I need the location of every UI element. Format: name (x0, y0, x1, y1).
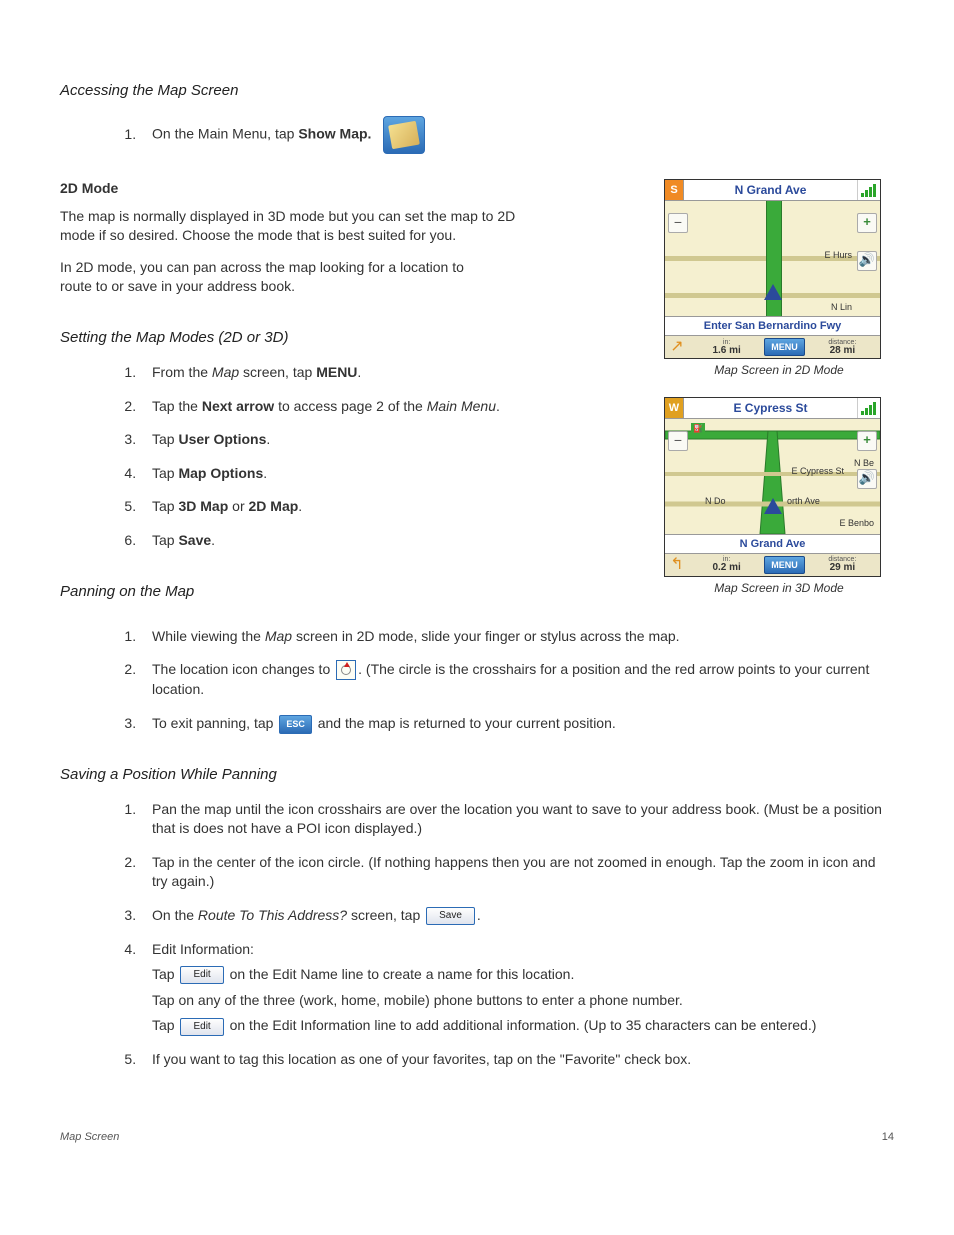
top-street-3d: E Cypress St (684, 398, 857, 418)
list-item: On the Route To This Address? screen, ta… (140, 906, 894, 926)
edit-info-line3: Tap Edit on the Edit Information line to… (152, 1016, 894, 1036)
bold-show-map: Show Map. (298, 126, 371, 142)
list-item: While viewing the Map screen in 2D mode,… (140, 627, 894, 647)
list-item: To exit panning, tap ESC and the map is … (140, 714, 894, 734)
road-label: N Lin (831, 301, 852, 314)
menu-button[interactable]: MENU (764, 338, 805, 357)
heading-saving: Saving a Position While Panning (60, 764, 894, 785)
in-distance: in:1.6 mi (689, 339, 764, 356)
turn-arrow-icon: ↰ (665, 554, 689, 576)
list-item: If you want to tag this location as one … (140, 1050, 894, 1070)
total-distance: distance:29 mi (805, 556, 880, 573)
heading-accessing: Accessing the Map Screen (60, 80, 894, 101)
page-footer: Map Screen 14 (60, 1130, 894, 1145)
signal-icon (857, 398, 880, 418)
top-street-2d: N Grand Ave (684, 180, 857, 200)
show-map-icon (383, 116, 425, 154)
list-item: Edit Information: Tap Edit on the Edit N… (140, 940, 894, 1036)
position-arrow-icon (764, 284, 782, 300)
zoom-out-button[interactable]: − (668, 213, 688, 233)
position-arrow-icon (764, 498, 782, 514)
map-screenshot-2d: S N Grand Ave − + 🔊 E Hurs N Lin Enter S… (664, 179, 881, 359)
panning-list: While viewing the Map screen in 2D mode,… (60, 627, 894, 734)
accessing-step-1: On the Main Menu, tap Show Map. (140, 116, 894, 154)
road-label: E Hurs (824, 249, 852, 262)
list-item: The location icon changes to . (The circ… (140, 660, 894, 700)
signal-icon (857, 180, 880, 200)
enter-street-2d: Enter San Bernardino Fwy (665, 316, 880, 335)
volume-button[interactable]: 🔊 (857, 251, 877, 271)
screenshots-column: S N Grand Ave − + 🔊 E Hurs N Lin Enter S… (664, 179, 894, 615)
zoom-out-button[interactable]: − (668, 431, 688, 451)
footer-section: Map Screen (60, 1130, 119, 1145)
paragraph-2d-2: In 2D mode, you can pan across the map l… (60, 258, 490, 297)
menu-button[interactable]: MENU (764, 556, 805, 575)
bottom-street-3d: N Grand Ave (665, 534, 880, 553)
in-distance: in:0.2 mi (689, 556, 764, 573)
total-distance: distance:28 mi (805, 339, 880, 356)
text: On the Main Menu, tap (152, 126, 298, 142)
saving-list: Pan the map until the icon crosshairs ar… (60, 800, 894, 1070)
list-item: Tap in the center of the icon circle. (I… (140, 853, 894, 892)
zoom-in-button[interactable]: + (857, 213, 877, 233)
edit-info-heading: Edit Information: (152, 941, 254, 957)
map-screenshot-3d: W E Cypress St − + 🔊 ⛽ E Cypress St N Be (664, 397, 881, 577)
compass-2d: S (665, 180, 684, 200)
turn-arrow-icon: ↗ (665, 336, 689, 358)
edit-button[interactable]: Edit (180, 1018, 223, 1036)
compass-3d: W (665, 398, 684, 418)
road-label: E Benbo (839, 517, 874, 530)
esc-button[interactable]: ESC (279, 715, 312, 734)
accessing-list: On the Main Menu, tap Show Map. (60, 116, 894, 154)
road-label: N Do (705, 495, 726, 508)
edit-info-line1: Tap Edit on the Edit Name line to create… (152, 965, 894, 985)
road-label: orth Ave (787, 495, 820, 508)
list-item: Pan the map until the icon crosshairs ar… (140, 800, 894, 839)
save-button[interactable]: Save (426, 907, 475, 925)
edit-info-line2: Tap on any of the three (work, home, mob… (152, 991, 894, 1011)
road-label: E Cypress St (791, 465, 844, 478)
poi-icon: ⛽ (691, 423, 705, 434)
caption-2d: Map Screen in 2D Mode (664, 362, 894, 379)
caption-3d: Map Screen in 3D Mode (664, 580, 894, 597)
edit-button[interactable]: Edit (180, 966, 223, 984)
paragraph-2d-1: The map is normally displayed in 3D mode… (60, 207, 520, 246)
crosshair-icon (336, 660, 356, 680)
volume-button[interactable]: 🔊 (857, 469, 877, 489)
zoom-in-button[interactable]: + (857, 431, 877, 451)
footer-page-number: 14 (882, 1130, 894, 1145)
road-label: N Be (854, 457, 874, 470)
